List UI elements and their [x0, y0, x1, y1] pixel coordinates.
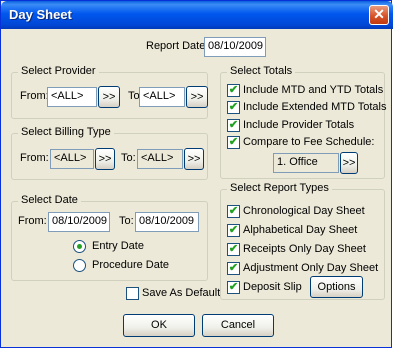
- select-report-types-group: Select Report Types ✔ Chronological Day …: [220, 182, 385, 300]
- provider-from-label: From:: [20, 90, 49, 102]
- cancel-button[interactable]: Cancel: [202, 314, 274, 337]
- entry-date-radio[interactable]: [73, 240, 86, 253]
- select-provider-group: Select Provider From: <ALL> >> To: <ALL>…: [11, 65, 208, 119]
- select-totals-title: Select Totals: [227, 65, 296, 77]
- close-button[interactable]: ✕: [369, 5, 389, 25]
- billing-from-browse-button[interactable]: >>: [95, 148, 115, 170]
- fee-schedule-checkbox[interactable]: ✔: [227, 136, 240, 149]
- fee-schedule-label[interactable]: Compare to Fee Schedule:: [243, 136, 374, 148]
- provider-totals-checkbox[interactable]: ✔: [227, 119, 240, 132]
- extended-mtd-totals-label[interactable]: Include Extended MTD Totals: [243, 101, 386, 113]
- adjustment-only-label[interactable]: Adjustment Only Day Sheet: [243, 262, 378, 274]
- dialog-body: Report Date: 08/10/2009 Select Provider …: [5, 29, 389, 345]
- fee-schedule-input[interactable]: 1. Office: [273, 153, 339, 173]
- adjustment-only-checkbox[interactable]: ✔: [227, 262, 240, 275]
- select-totals-group: Select Totals ✔ Include MTD and YTD Tota…: [220, 65, 386, 179]
- report-date-label: Report Date:: [146, 40, 209, 52]
- day-sheet-dialog: Day Sheet ✕ Report Date: 08/10/2009 Sele…: [0, 0, 393, 348]
- chronological-label[interactable]: Chronological Day Sheet: [243, 205, 365, 217]
- receipts-only-label[interactable]: Receipts Only Day Sheet: [243, 243, 366, 255]
- select-provider-title: Select Provider: [18, 65, 99, 77]
- fee-schedule-browse-button[interactable]: >>: [340, 152, 358, 174]
- save-as-default-checkbox[interactable]: [126, 287, 139, 300]
- select-date-group: Select Date From: 08/10/2009 To: 08/10/2…: [11, 194, 208, 281]
- provider-totals-label[interactable]: Include Provider Totals: [243, 119, 354, 131]
- billing-to-browse-button[interactable]: >>: [184, 148, 204, 170]
- entry-date-label[interactable]: Entry Date: [92, 240, 144, 252]
- select-date-title: Select Date: [18, 194, 81, 206]
- mtd-ytd-totals-checkbox[interactable]: ✔: [227, 84, 240, 97]
- billing-to-label: To:: [121, 152, 136, 164]
- ok-button[interactable]: OK: [123, 314, 195, 337]
- date-from-input[interactable]: 08/10/2009: [48, 212, 110, 232]
- select-report-types-title: Select Report Types: [227, 182, 332, 194]
- alphabetical-checkbox[interactable]: ✔: [227, 224, 240, 237]
- window-title: Day Sheet: [9, 7, 72, 22]
- save-as-default-label[interactable]: Save As Default: [142, 287, 220, 299]
- provider-to-browse-button[interactable]: >>: [186, 86, 208, 108]
- provider-from-input[interactable]: <ALL>: [47, 87, 97, 107]
- chronological-checkbox[interactable]: ✔: [227, 205, 240, 218]
- billing-from-input[interactable]: <ALL>: [50, 149, 94, 169]
- billing-to-input[interactable]: <ALL>: [137, 149, 183, 169]
- date-to-input[interactable]: 08/10/2009: [135, 212, 199, 232]
- title-bar[interactable]: Day Sheet ✕: [1, 1, 393, 29]
- provider-to-input[interactable]: <ALL>: [139, 87, 185, 107]
- provider-from-browse-button[interactable]: >>: [98, 86, 120, 108]
- date-to-label: To:: [119, 215, 134, 227]
- deposit-slip-checkbox[interactable]: ✔: [227, 281, 240, 294]
- date-from-label: From:: [18, 215, 47, 227]
- procedure-date-radio[interactable]: [73, 259, 86, 272]
- options-button[interactable]: Options: [310, 276, 363, 298]
- select-billing-type-title: Select Billing Type: [18, 126, 114, 138]
- alphabetical-label[interactable]: Alphabetical Day Sheet: [243, 224, 357, 236]
- deposit-slip-label[interactable]: Deposit Slip: [243, 281, 302, 293]
- report-date-input[interactable]: 08/10/2009: [204, 37, 266, 57]
- receipts-only-checkbox[interactable]: ✔: [227, 243, 240, 256]
- mtd-ytd-totals-label[interactable]: Include MTD and YTD Totals: [243, 84, 383, 96]
- radio-dot: [77, 244, 82, 249]
- billing-from-label: From:: [20, 152, 49, 164]
- procedure-date-label[interactable]: Procedure Date: [92, 259, 169, 271]
- select-billing-type-group: Select Billing Type From: <ALL> >> To: <…: [11, 126, 208, 180]
- extended-mtd-totals-checkbox[interactable]: ✔: [227, 101, 240, 114]
